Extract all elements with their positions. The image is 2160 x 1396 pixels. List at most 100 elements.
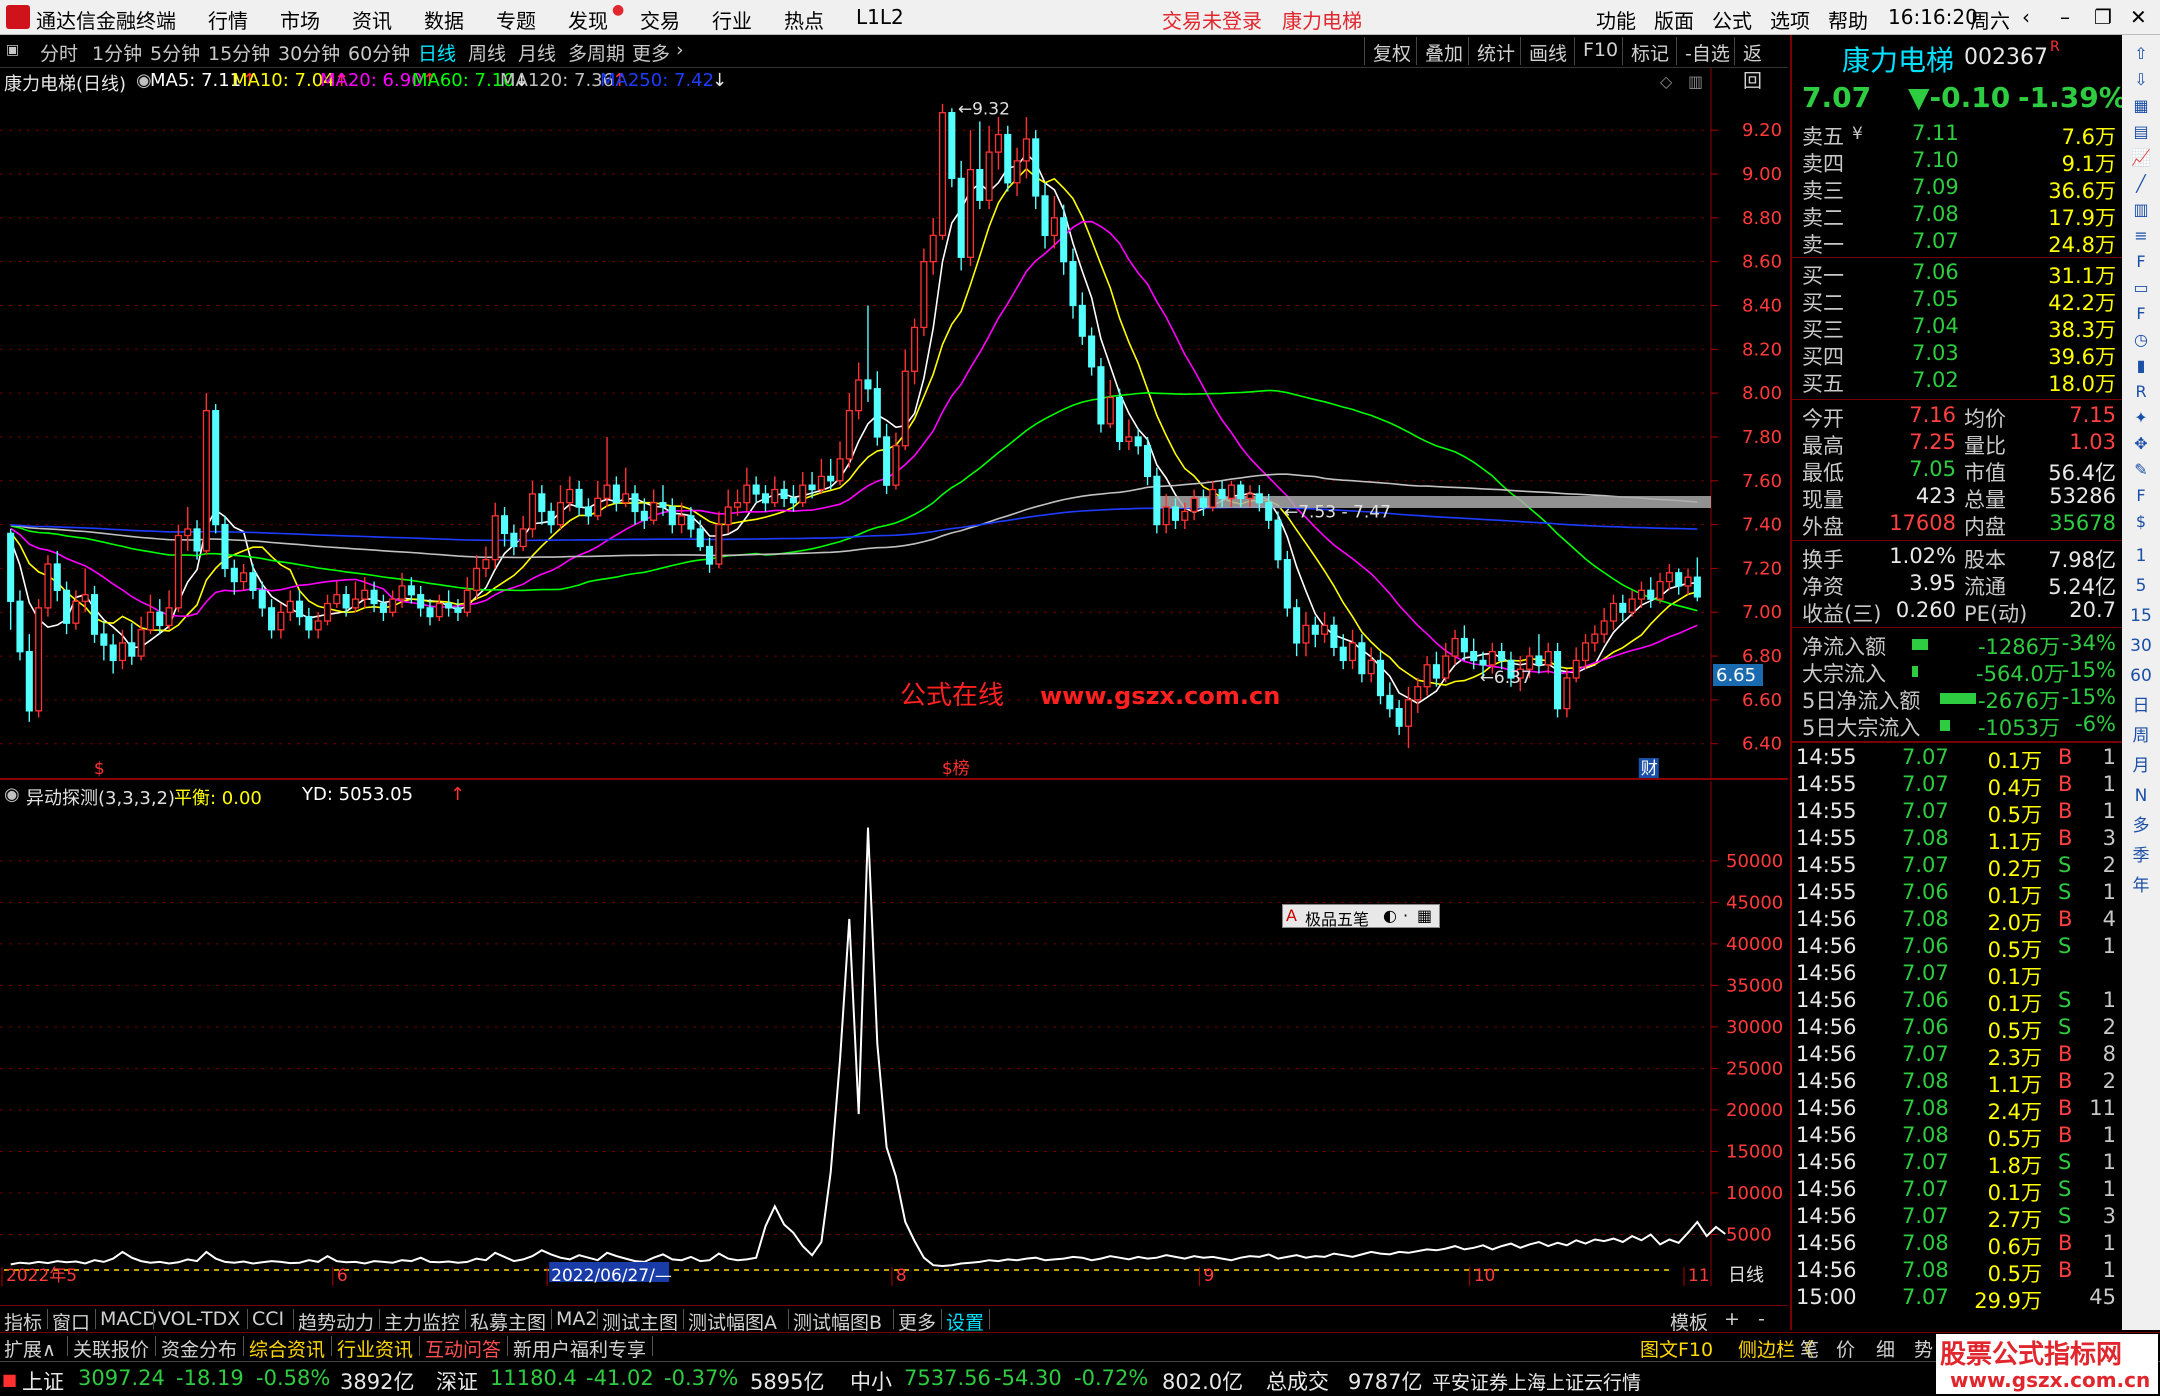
tick-row[interactable]: 14:56 7.06 0.5万 S 2: [1792, 1015, 2122, 1043]
orderbook-row[interactable]: 卖二 7.08 17.9万: [1792, 202, 2122, 230]
orderbook-row[interactable]: 买二 7.05 42.2万: [1792, 287, 2122, 315]
tick-row[interactable]: 14:55 7.06 0.1万 S 1: [1792, 880, 2122, 908]
ime-moon-icon[interactable]: ◐: [1383, 906, 1397, 925]
close-icon[interactable]: ✕: [2130, 5, 2147, 29]
indicator-tab[interactable]: 更多: [898, 1308, 936, 1335]
orderbook-row[interactable]: 买五 7.02 18.0万: [1792, 368, 2122, 396]
list-icon[interactable]: ≡: [2126, 223, 2156, 249]
period-multi[interactable]: 多周期: [568, 39, 625, 66]
event-marker[interactable]: $: [94, 759, 105, 779]
orderbook-row[interactable]: 买一 7.06 31.1万: [1792, 260, 2122, 288]
flow-row[interactable]: 大宗流入 -564.0万 -15%: [1792, 658, 2122, 686]
indicator-chart[interactable]: 50000 45000 40000 35000 30000 25000 20000 15000…: [0, 781, 1788, 1286]
tick-row[interactable]: 14:55 7.07 0.1万 B 1: [1792, 745, 2122, 773]
sidebar-period-1[interactable]: 5: [2126, 573, 2156, 599]
grid-icon[interactable]: ▦: [2126, 93, 2156, 119]
period-1min[interactable]: 1分钟: [92, 39, 142, 66]
sidebar-period-7[interactable]: 月: [2126, 753, 2156, 779]
period-daily[interactable]: 日线: [418, 39, 456, 66]
tick-row[interactable]: 14:56 7.06 0.1万 S 1: [1792, 988, 2122, 1016]
menu-shuju[interactable]: 数据: [424, 5, 464, 34]
flow-row[interactable]: 净流入额 -1286万 -34%: [1792, 631, 2122, 659]
extension-tab[interactable]: 关联报价: [73, 1335, 149, 1362]
ime-keyboard-icon[interactable]: ▦: [1417, 906, 1432, 925]
extension-tab[interactable]: 行业资讯: [337, 1335, 413, 1362]
tick-row[interactable]: 14:56 7.07 0.1万: [1792, 961, 2122, 989]
flow-row[interactable]: 5日大宗流入 -1053万 -6%: [1792, 712, 2122, 740]
menu-zhuanti[interactable]: 专题: [496, 5, 536, 34]
sidebar-period-0[interactable]: 1: [2126, 543, 2156, 569]
sidebar-period-6[interactable]: 周: [2126, 723, 2156, 749]
tick-row[interactable]: 14:55 7.07 0.2万 S 2: [1792, 853, 2122, 881]
stat-row[interactable]: 最低 7.05 市值 56.4亿: [1792, 457, 2122, 485]
btn-f10[interactable]: F10: [1574, 37, 1626, 65]
tick-row[interactable]: 14:56 7.08 0.6万 B 1: [1792, 1231, 2122, 1259]
btn-fanhui[interactable]: 返回: [1734, 37, 1788, 92]
panel-icon[interactable]: ▥: [1688, 72, 1703, 91]
period-30min[interactable]: 30分钟: [278, 39, 340, 66]
menu-hangye[interactable]: 行业: [712, 5, 752, 34]
btn-zixuan[interactable]: -自选: [1676, 37, 1738, 65]
indicator-tab[interactable]: 私募主图: [470, 1308, 546, 1335]
menu-hangqing[interactable]: 行情: [208, 5, 248, 34]
sidebar-period-2[interactable]: 15: [2126, 603, 2156, 629]
move-icon[interactable]: ✥: [2126, 431, 2156, 457]
tick-row[interactable]: 14:55 7.07 0.5万 B 1: [1792, 799, 2122, 827]
stat-row[interactable]: 收益(三) 0.260 PE(动) 20.7: [1792, 598, 2122, 626]
tick-row[interactable]: 14:56 7.08 0.5万 B 1: [1792, 1258, 2122, 1286]
extension-tab[interactable]: 资金分布: [161, 1335, 237, 1362]
down-icon[interactable]: ⇩: [2126, 67, 2156, 93]
menu-gongshi[interactable]: 公式: [1712, 5, 1752, 34]
side-tab[interactable]: 细: [1876, 1335, 1895, 1362]
period-15min[interactable]: 15分钟: [208, 39, 270, 66]
menu-shichang[interactable]: 市场: [280, 5, 320, 34]
side-tab[interactable]: 笔: [1800, 1335, 1819, 1362]
flow-row[interactable]: 5日净流入额 -2676万 -15%: [1792, 685, 2122, 713]
extension-tab[interactable]: 综合资讯: [249, 1335, 325, 1362]
tick-row[interactable]: 14:56 7.08 1.1万 B 2: [1792, 1069, 2122, 1097]
menu-redian[interactable]: 热点: [784, 5, 824, 34]
up-icon[interactable]: ⇧: [2126, 41, 2156, 67]
indicator-tab[interactable]: 指标: [4, 1308, 42, 1335]
sidebar-period-4[interactable]: 60: [2126, 663, 2156, 689]
indicator-tab[interactable]: 趋势动力: [298, 1308, 374, 1335]
restore-icon[interactable]: ❐: [2094, 5, 2112, 29]
extension-tab[interactable]: 互动问答: [425, 1335, 501, 1362]
minimize-icon[interactable]: –: [2060, 5, 2070, 29]
event-marker[interactable]: 财: [1641, 759, 1658, 779]
indicator-tab[interactable]: 主力监控: [384, 1308, 460, 1335]
sh-name[interactable]: 上证: [22, 1366, 64, 1396]
tick-row[interactable]: 14:56 7.07 0.1万 S 1: [1792, 1177, 2122, 1205]
stat-row[interactable]: 换手 1.02% 股本 7.98亿: [1792, 544, 2122, 572]
side-tab[interactable]: 价: [1836, 1335, 1855, 1362]
stat-row[interactable]: 净资 3.95 流通 5.24亿: [1792, 571, 2122, 599]
btn-biaoji[interactable]: 标记: [1622, 37, 1677, 65]
tick-row[interactable]: 14:55 7.07 0.4万 B 1: [1792, 772, 2122, 800]
tick-row[interactable]: 15:00 7.07 29.9万 45: [1792, 1285, 2122, 1313]
menu-zixun[interactable]: 资讯: [352, 5, 392, 34]
indicator-tab[interactable]: MACD: [100, 1308, 157, 1330]
flag-icon[interactable]: ✦: [2126, 405, 2156, 431]
zx-name[interactable]: 中小: [850, 1366, 892, 1396]
clock-icon[interactable]: ◷: [2126, 327, 2156, 353]
rsi-icon[interactable]: R: [2126, 379, 2156, 405]
menu-jiaoyi[interactable]: 交易: [640, 5, 680, 34]
back-icon[interactable]: ‹: [2022, 5, 2030, 29]
period-weekly[interactable]: 周线: [468, 39, 506, 66]
menu-banmian[interactable]: 版面: [1654, 5, 1694, 34]
candle-icon[interactable]: ▮: [2126, 353, 2156, 379]
sidebar-period-3[interactable]: 30: [2126, 633, 2156, 659]
orderbook-row[interactable]: 卖三 7.09 36.6万: [1792, 175, 2122, 203]
tick-row[interactable]: 14:56 7.07 2.7万 S 3: [1792, 1204, 2122, 1232]
side-tab[interactable]: 图文F10: [1640, 1335, 1713, 1362]
indicator-tab[interactable]: CCI: [252, 1308, 284, 1330]
indicator-tab[interactable]: VOL-TDX: [158, 1308, 240, 1330]
template-button[interactable]: -: [1758, 1308, 1765, 1330]
line-icon[interactable]: ╱: [2126, 171, 2156, 197]
period-monthly[interactable]: 月线: [518, 39, 556, 66]
btn-huaxian[interactable]: 画线: [1520, 37, 1575, 65]
orderbook-row[interactable]: 买三 7.04 38.3万: [1792, 314, 2122, 342]
period-fenshi[interactable]: 分时: [40, 39, 78, 66]
tick-row[interactable]: 14:56 7.08 2.0万 B 4: [1792, 907, 2122, 935]
sidebar-period-8[interactable]: N: [2126, 783, 2156, 809]
